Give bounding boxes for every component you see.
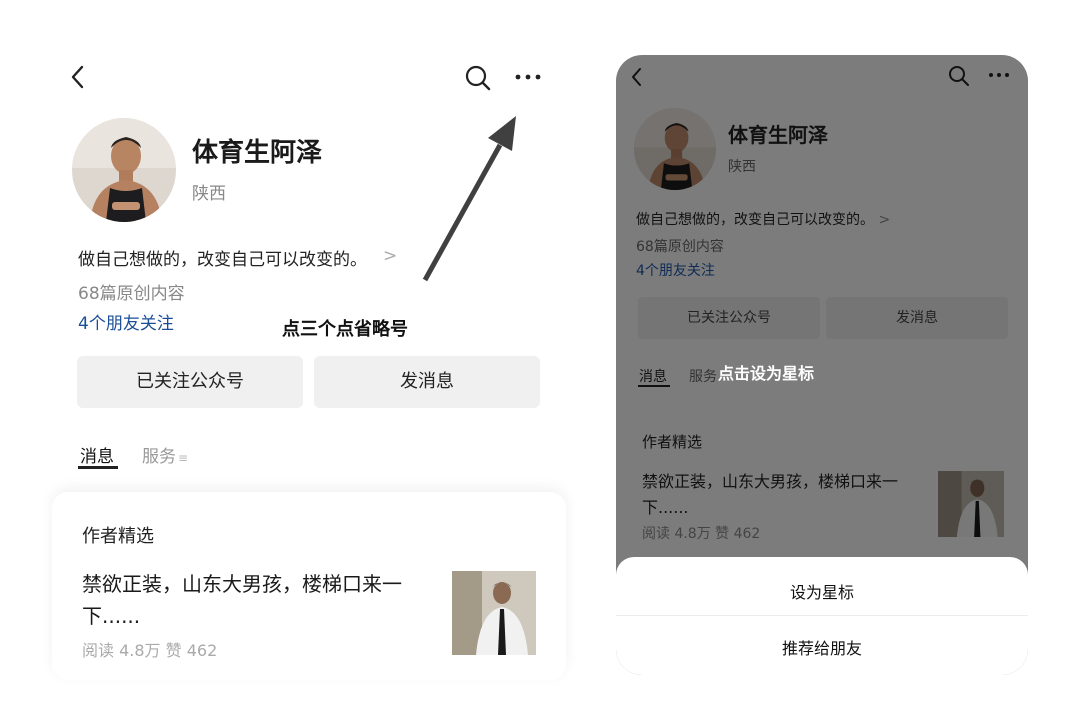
right-profile-screen-overlay: 体育生阿泽 陕西 做自己想做的，改变自己可以改变的。 > 68篇原创内容 4个朋… — [616, 55, 1028, 675]
article-thumbnail[interactable] — [938, 471, 1004, 537]
chevron-right-icon: > — [878, 212, 891, 228]
annotation-hint: 点击设为星标 — [718, 364, 815, 383]
friends-following-link[interactable]: 4个朋友关注 — [636, 260, 715, 280]
send-message-button[interactable]: 发消息 — [826, 297, 1008, 339]
more-dots-icon[interactable] — [988, 63, 1010, 79]
set-star-option[interactable]: 设为星标 — [616, 579, 1028, 603]
divider — [616, 615, 1028, 616]
back-icon[interactable] — [630, 67, 644, 87]
action-sheet: 设为星标 推荐给朋友 — [616, 557, 1028, 675]
account-bio-text: 做自己想做的，改变自己可以改变的。 — [636, 212, 874, 228]
featured-article-title[interactable]: 禁欲正装，山东大男孩，楼梯口来一下...... — [642, 469, 932, 521]
recommend-to-friend-option[interactable]: 推荐给朋友 — [616, 635, 1028, 659]
account-region: 陕西 — [728, 159, 756, 175]
search-icon[interactable] — [948, 65, 970, 87]
original-article-count: 68篇原创内容 — [636, 239, 724, 255]
active-tab-indicator — [638, 385, 670, 387]
avatar[interactable] — [634, 108, 716, 190]
followed-button[interactable]: 已关注公众号 — [638, 297, 820, 339]
article-meta: 阅读 4.8万 赞 462 — [642, 526, 761, 542]
tab-messages[interactable]: 消息 — [639, 366, 667, 386]
account-name: 体育生阿泽 — [728, 123, 828, 147]
account-bio[interactable]: 做自己想做的，改变自己可以改变的。 > — [636, 209, 890, 229]
featured-section-title: 作者精选 — [642, 433, 703, 451]
tab-services[interactable]: 服务 — [689, 366, 717, 386]
